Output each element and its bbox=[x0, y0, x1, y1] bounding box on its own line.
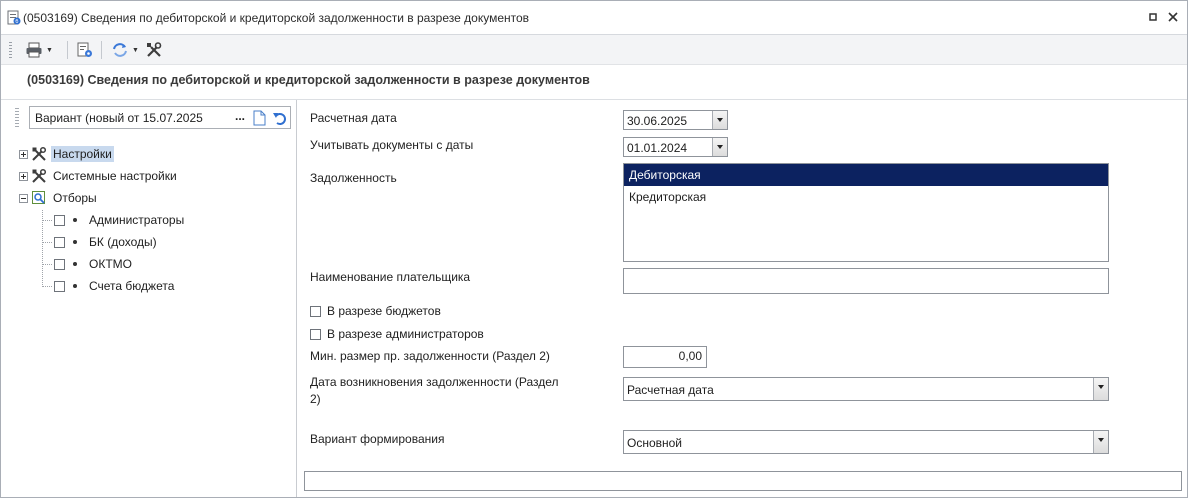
calc-date-value: 30.06.2025 bbox=[627, 114, 688, 128]
variant-mode-label: Вариант формирования bbox=[310, 432, 445, 446]
page-title: (0503169) Сведения по дебиторской и кред… bbox=[27, 73, 590, 87]
docs-from-date-field[interactable]: 01.01.2024 bbox=[623, 137, 728, 157]
tree-node-settings[interactable]: Настройки bbox=[19, 144, 114, 164]
variant-selector[interactable]: Вариант (новый от 15.07.2025 ... bbox=[29, 106, 291, 129]
parameters-panel: Расчетная дата 30.06.2025 Учитывать доку… bbox=[298, 100, 1187, 497]
printer-icon bbox=[26, 42, 42, 58]
bullet-icon bbox=[73, 262, 77, 266]
docs-from-label: Учитывать документы с даты bbox=[310, 138, 474, 152]
chevron-down-icon: ▼ bbox=[132, 46, 139, 54]
bullet-icon bbox=[73, 240, 77, 244]
tree-connector bbox=[43, 242, 53, 243]
tree-node-filter-item[interactable]: Счета бюджета bbox=[54, 276, 176, 296]
min-debt-label: Мин. размер пр. задолженности (Раздел 2) bbox=[310, 349, 550, 363]
min-debt-input[interactable]: 0,00 bbox=[623, 346, 707, 368]
tree-node-system-settings[interactable]: Системные настройки bbox=[19, 166, 179, 186]
tree-node-label: Администраторы bbox=[89, 213, 185, 227]
tree-node-filter-item[interactable]: ОКТМО bbox=[54, 254, 134, 274]
calc-date-field[interactable]: 30.06.2025 bbox=[623, 110, 728, 130]
refresh-options-button[interactable]: ▼ bbox=[111, 39, 139, 61]
chevron-down-icon: ▼ bbox=[46, 46, 53, 54]
tree-node-label: Настройки bbox=[51, 146, 114, 162]
debt-date-value: Расчетная дата bbox=[627, 383, 714, 397]
new-variant-button[interactable] bbox=[252, 110, 267, 129]
list-item[interactable]: Кредиторская bbox=[624, 186, 1108, 208]
toolbar-separator bbox=[101, 41, 102, 59]
tools-icon bbox=[31, 168, 47, 184]
variant-mode-value: Основной bbox=[627, 436, 683, 450]
debt-type-list[interactable]: Дебиторская Кредиторская bbox=[623, 163, 1109, 262]
report-settings-icon bbox=[77, 42, 92, 57]
calc-date-label: Расчетная дата bbox=[310, 111, 397, 125]
tree-node-filters[interactable]: Отборы bbox=[19, 188, 99, 208]
expand-icon[interactable] bbox=[19, 171, 28, 181]
restore-button[interactable] bbox=[1145, 9, 1161, 25]
tree-connector bbox=[43, 286, 53, 287]
by-admins-label: В разрезе администраторов bbox=[327, 327, 484, 341]
window-title: (0503169) Сведения по дебиторской и кред… bbox=[23, 11, 530, 25]
toolbar: ▼ ▼ bbox=[1, 35, 1187, 65]
tree-connector bbox=[43, 220, 53, 221]
by-budgets-option[interactable]: В разрезе бюджетов bbox=[310, 304, 441, 318]
tree-node-label: БК (доходы) bbox=[89, 235, 157, 249]
document-icon bbox=[253, 110, 266, 126]
tree-node-filter-item[interactable]: БК (доходы) bbox=[54, 232, 159, 252]
report-form-icon: б bbox=[6, 10, 22, 26]
panel-grip[interactable] bbox=[15, 108, 19, 128]
tree-node-label: Системные настройки bbox=[53, 169, 177, 183]
variant-browse-button[interactable]: ... bbox=[235, 109, 245, 123]
status-field bbox=[304, 471, 1182, 491]
close-icon bbox=[1168, 12, 1178, 22]
bullet-icon bbox=[73, 284, 77, 288]
tree-node-label: Счета бюджета bbox=[89, 279, 175, 293]
filter-checkbox[interactable] bbox=[54, 214, 65, 226]
undo-icon bbox=[273, 113, 286, 125]
payer-name-label: Наименование плательщика bbox=[310, 270, 471, 284]
settings-tree-panel: Вариант (новый от 15.07.2025 ... Настрой… bbox=[1, 100, 297, 497]
tree-node-filter-item[interactable]: Администраторы bbox=[54, 210, 186, 230]
toolbar-separator bbox=[67, 41, 68, 59]
variant-value: Вариант (новый от 15.07.2025 bbox=[35, 111, 203, 125]
tree-node-label: ОКТМО bbox=[89, 257, 132, 271]
filter-checkbox[interactable] bbox=[54, 280, 65, 292]
filter-checkbox[interactable] bbox=[54, 236, 65, 248]
refresh-options-icon bbox=[113, 43, 127, 57]
toolbar-grip[interactable] bbox=[9, 42, 12, 59]
chevron-down-icon[interactable] bbox=[1093, 378, 1108, 400]
tree-connector bbox=[43, 264, 53, 265]
tree-node-label: Отборы bbox=[53, 191, 97, 205]
debt-type-label: Задолженность bbox=[310, 171, 397, 185]
list-item[interactable]: Дебиторская bbox=[624, 164, 1108, 186]
by-admins-checkbox[interactable] bbox=[310, 328, 321, 340]
filter-checkbox[interactable] bbox=[54, 258, 65, 270]
expand-icon[interactable] bbox=[19, 149, 28, 159]
undo-variant-button[interactable] bbox=[272, 110, 288, 129]
bullet-icon bbox=[73, 218, 77, 222]
by-admins-option[interactable]: В разрезе администраторов bbox=[310, 327, 484, 341]
by-budgets-label: В разрезе бюджетов bbox=[327, 304, 441, 318]
collapse-icon[interactable] bbox=[19, 193, 28, 203]
chevron-down-icon[interactable] bbox=[1093, 431, 1108, 453]
by-budgets-checkbox[interactable] bbox=[310, 305, 321, 317]
tree-connector bbox=[42, 210, 43, 288]
variant-mode-select[interactable]: Основной bbox=[623, 430, 1109, 454]
report-settings-button[interactable] bbox=[76, 39, 94, 61]
tools-button[interactable] bbox=[145, 39, 163, 61]
chevron-down-icon[interactable] bbox=[712, 111, 727, 129]
debt-date-select[interactable]: Расчетная дата bbox=[623, 377, 1109, 401]
close-button[interactable] bbox=[1165, 9, 1181, 25]
print-button[interactable]: ▼ bbox=[25, 39, 53, 61]
restore-icon bbox=[1149, 13, 1157, 21]
debt-date-label: Дата возникновения задолженности (Раздел bbox=[310, 375, 559, 389]
svg-text:б: б bbox=[15, 19, 18, 25]
report-window: б (0503169) Сведения по дебиторской и кр… bbox=[0, 0, 1188, 498]
tools-icon bbox=[147, 42, 162, 57]
debt-date-label-cont: 2) bbox=[310, 392, 321, 406]
payer-name-input[interactable] bbox=[623, 268, 1109, 294]
title-bar: б (0503169) Сведения по дебиторской и кр… bbox=[1, 1, 1187, 35]
docs-from-date-value: 01.01.2024 bbox=[627, 141, 688, 155]
filter-search-icon bbox=[31, 190, 47, 206]
chevron-down-icon[interactable] bbox=[712, 138, 727, 156]
tools-icon bbox=[31, 146, 47, 162]
